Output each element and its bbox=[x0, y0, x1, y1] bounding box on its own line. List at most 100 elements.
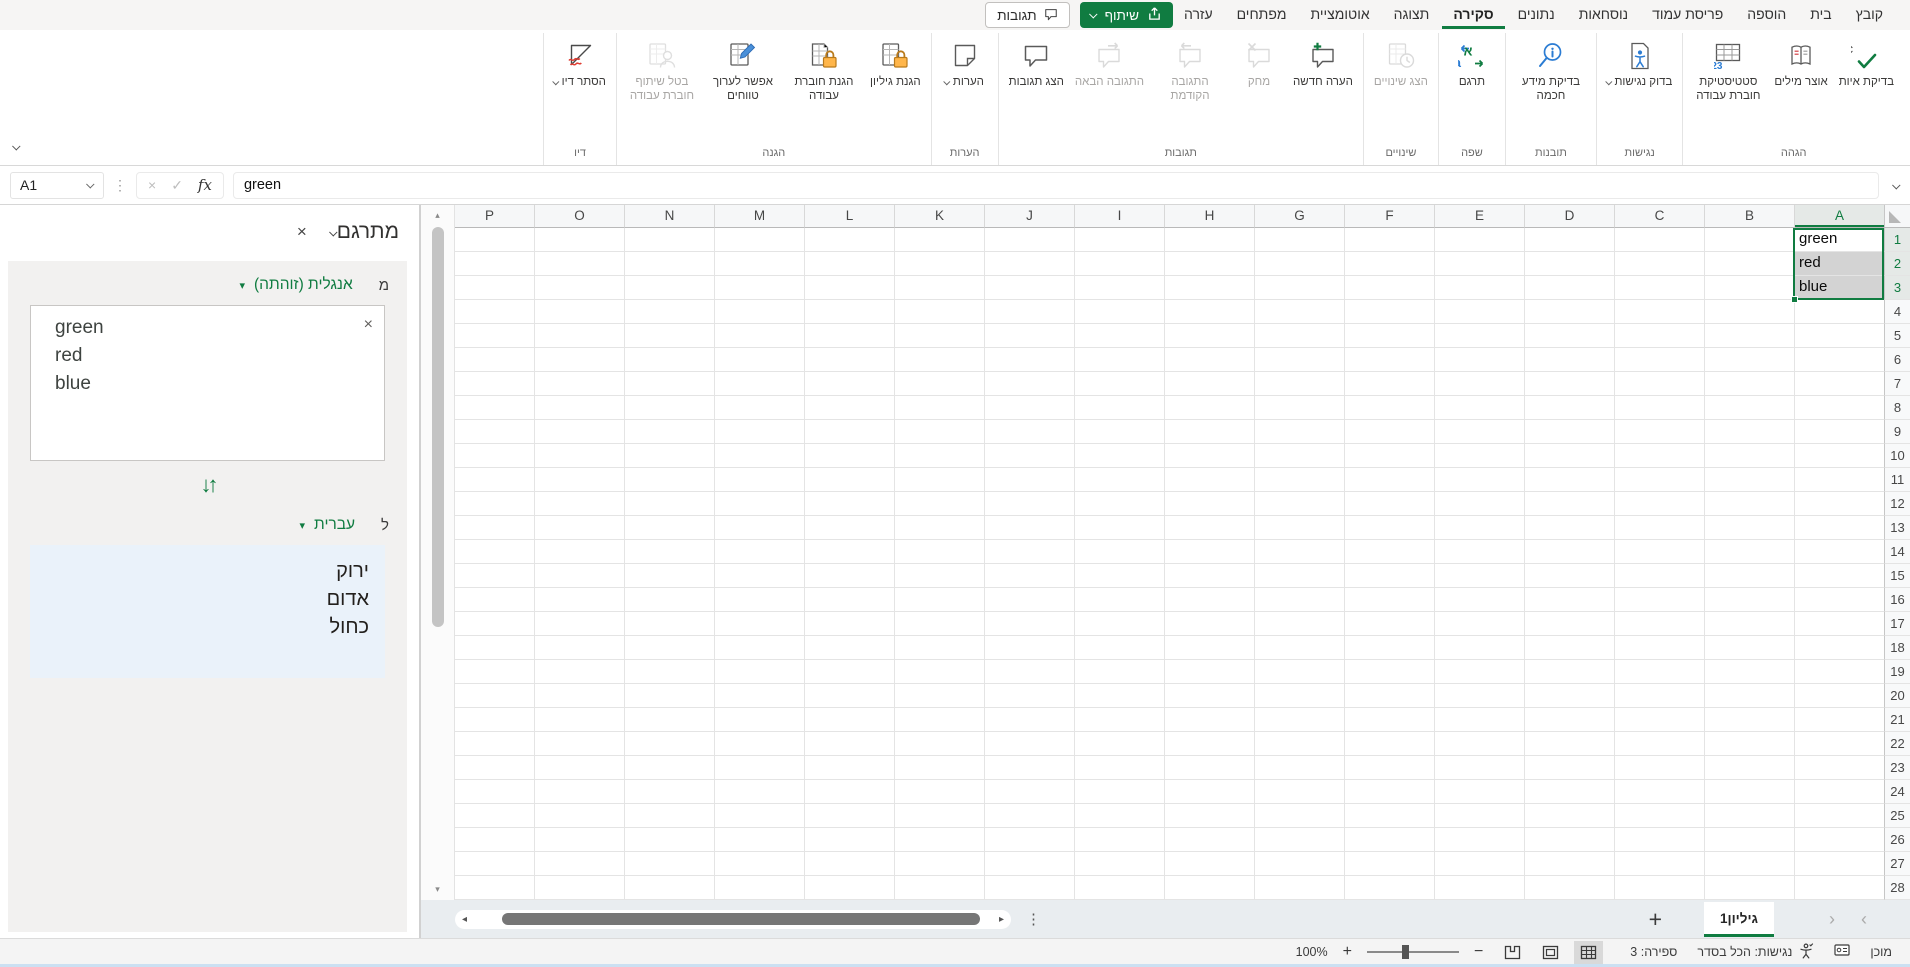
cell-C3[interactable] bbox=[1614, 276, 1704, 300]
cell-F19[interactable] bbox=[1344, 660, 1434, 684]
column-header-O[interactable]: O bbox=[534, 205, 624, 228]
cell-H20[interactable] bbox=[1164, 684, 1254, 708]
row-header-18[interactable]: 18 bbox=[1884, 636, 1910, 660]
row-header-21[interactable]: 21 bbox=[1884, 708, 1910, 732]
cell-I5[interactable] bbox=[1074, 324, 1164, 348]
cell-P25[interactable] bbox=[455, 804, 534, 828]
cell-F3[interactable] bbox=[1344, 276, 1434, 300]
notes-button[interactable]: הערות bbox=[937, 35, 993, 92]
column-header-G[interactable]: G bbox=[1254, 205, 1344, 228]
cell-O24[interactable] bbox=[534, 780, 624, 804]
cell-J5[interactable] bbox=[984, 324, 1074, 348]
cell-B7[interactable] bbox=[1704, 372, 1794, 396]
cell-G27[interactable] bbox=[1254, 852, 1344, 876]
cell-A14[interactable] bbox=[1794, 540, 1884, 564]
cell-G17[interactable] bbox=[1254, 612, 1344, 636]
cell-A24[interactable] bbox=[1794, 780, 1884, 804]
cell-N2[interactable] bbox=[624, 252, 714, 276]
cell-I24[interactable] bbox=[1074, 780, 1164, 804]
name-box[interactable]: A1 bbox=[10, 171, 104, 199]
cell-M12[interactable] bbox=[714, 492, 804, 516]
cell-E15[interactable] bbox=[1434, 564, 1524, 588]
cell-P7[interactable] bbox=[455, 372, 534, 396]
cell-M25[interactable] bbox=[714, 804, 804, 828]
cancel-icon[interactable]: × bbox=[148, 177, 156, 193]
cell-E4[interactable] bbox=[1434, 300, 1524, 324]
cell-D17[interactable] bbox=[1524, 612, 1614, 636]
cell-C4[interactable] bbox=[1614, 300, 1704, 324]
cell-G19[interactable] bbox=[1254, 660, 1344, 684]
cell-P11[interactable] bbox=[455, 468, 534, 492]
cell-N11[interactable] bbox=[624, 468, 714, 492]
cell-L15[interactable] bbox=[804, 564, 894, 588]
cell-J16[interactable] bbox=[984, 588, 1074, 612]
cell-E20[interactable] bbox=[1434, 684, 1524, 708]
cell-G3[interactable] bbox=[1254, 276, 1344, 300]
cell-I1[interactable] bbox=[1074, 228, 1164, 252]
cell-P5[interactable] bbox=[455, 324, 534, 348]
cell-O10[interactable] bbox=[534, 444, 624, 468]
row-header-2[interactable]: 2 bbox=[1884, 252, 1910, 276]
cell-J7[interactable] bbox=[984, 372, 1074, 396]
cell-H22[interactable] bbox=[1164, 732, 1254, 756]
cell-L18[interactable] bbox=[804, 636, 894, 660]
cell-D15[interactable] bbox=[1524, 564, 1614, 588]
row-header-26[interactable]: 26 bbox=[1884, 828, 1910, 852]
cell-B12[interactable] bbox=[1704, 492, 1794, 516]
cell-P3[interactable] bbox=[455, 276, 534, 300]
cell-C10[interactable] bbox=[1614, 444, 1704, 468]
ribbon-tab-הוספה[interactable]: הוספה bbox=[1736, 2, 1797, 29]
cell-C20[interactable] bbox=[1614, 684, 1704, 708]
cell-L9[interactable] bbox=[804, 420, 894, 444]
previous-comment-button[interactable]: התגובה הקודמת bbox=[1150, 35, 1230, 105]
cell-M16[interactable] bbox=[714, 588, 804, 612]
cell-O9[interactable] bbox=[534, 420, 624, 444]
cell-J24[interactable] bbox=[984, 780, 1074, 804]
cell-O28[interactable] bbox=[534, 876, 624, 900]
scroll-right-icon[interactable]: ▸ bbox=[999, 914, 1004, 925]
cell-C18[interactable] bbox=[1614, 636, 1704, 660]
display-settings-icon[interactable] bbox=[1834, 943, 1850, 961]
cell-K6[interactable] bbox=[894, 348, 984, 372]
enter-icon[interactable]: ✓ bbox=[171, 177, 183, 194]
cell-O3[interactable] bbox=[534, 276, 624, 300]
column-header-I[interactable]: I bbox=[1074, 205, 1164, 228]
cell-D28[interactable] bbox=[1524, 876, 1614, 900]
cell-G1[interactable] bbox=[1254, 228, 1344, 252]
column-header-N[interactable]: N bbox=[624, 205, 714, 228]
cell-I20[interactable] bbox=[1074, 684, 1164, 708]
cell-N16[interactable] bbox=[624, 588, 714, 612]
cell-L24[interactable] bbox=[804, 780, 894, 804]
cell-B27[interactable] bbox=[1704, 852, 1794, 876]
cell-H2[interactable] bbox=[1164, 252, 1254, 276]
cell-C8[interactable] bbox=[1614, 396, 1704, 420]
cell-C23[interactable] bbox=[1614, 756, 1704, 780]
cell-I7[interactable] bbox=[1074, 372, 1164, 396]
cell-F4[interactable] bbox=[1344, 300, 1434, 324]
cell-P2[interactable] bbox=[455, 252, 534, 276]
cell-C24[interactable] bbox=[1614, 780, 1704, 804]
cell-O11[interactable] bbox=[534, 468, 624, 492]
cell-M1[interactable] bbox=[714, 228, 804, 252]
cell-G7[interactable] bbox=[1254, 372, 1344, 396]
cell-P27[interactable] bbox=[455, 852, 534, 876]
collapse-ribbon-icon[interactable] bbox=[12, 137, 21, 155]
smart-lookup-button[interactable]: בדיקת מידע חכמה bbox=[1511, 35, 1591, 105]
cell-D20[interactable] bbox=[1524, 684, 1614, 708]
cell-G21[interactable] bbox=[1254, 708, 1344, 732]
cell-G20[interactable] bbox=[1254, 684, 1344, 708]
cell-M26[interactable] bbox=[714, 828, 804, 852]
column-header-D[interactable]: D bbox=[1524, 205, 1614, 228]
cell-O12[interactable] bbox=[534, 492, 624, 516]
cell-O18[interactable] bbox=[534, 636, 624, 660]
cell-P18[interactable] bbox=[455, 636, 534, 660]
cell-G25[interactable] bbox=[1254, 804, 1344, 828]
cell-L8[interactable] bbox=[804, 396, 894, 420]
cell-K9[interactable] bbox=[894, 420, 984, 444]
column-header-B[interactable]: B bbox=[1704, 205, 1794, 228]
cell-H19[interactable] bbox=[1164, 660, 1254, 684]
row-header-3[interactable]: 3 bbox=[1884, 276, 1910, 300]
cell-O20[interactable] bbox=[534, 684, 624, 708]
cell-O13[interactable] bbox=[534, 516, 624, 540]
cell-M8[interactable] bbox=[714, 396, 804, 420]
